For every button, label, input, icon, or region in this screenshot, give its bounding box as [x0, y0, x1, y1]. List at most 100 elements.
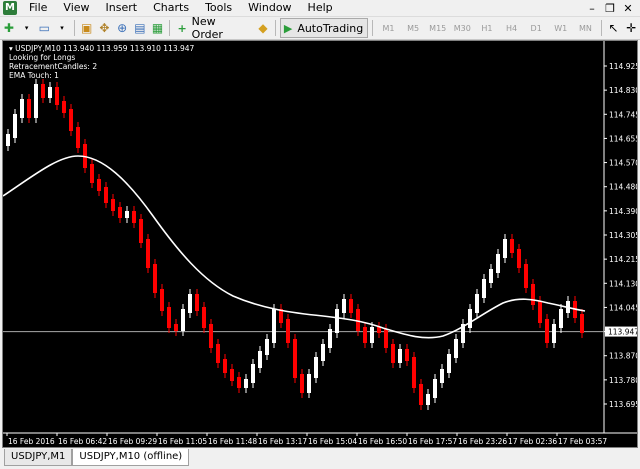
- candle-body: [426, 394, 430, 405]
- candle-body: [510, 239, 514, 253]
- candle-body: [160, 289, 164, 311]
- timeframe-m1[interactable]: M1: [376, 24, 401, 33]
- time-label: 16 Feb 23:26: [458, 437, 507, 446]
- timeframe-h4[interactable]: H4: [499, 24, 524, 33]
- dropdown-icon[interactable]: ▾: [53, 19, 71, 37]
- price-label: 114.130: [609, 279, 637, 288]
- candle-body: [146, 239, 150, 268]
- time-label: 17 Feb 02:36: [508, 437, 557, 446]
- minimize-icon[interactable]: –: [586, 2, 598, 15]
- tab-usdjpy-m1[interactable]: USDJPY,M1: [4, 449, 73, 466]
- candle-body: [286, 319, 290, 343]
- toolbar: ✚ ▾ ▭ ▾ ▣ ✥ ⊕ ▤ ▦ + New Order ◆ ▶ AutoTr…: [0, 15, 640, 41]
- candle-body: [188, 294, 192, 313]
- app-icon: M: [3, 1, 17, 15]
- candle-body: [69, 109, 73, 131]
- candle-body: [76, 127, 80, 148]
- candle-body: [496, 254, 500, 273]
- info-line: RetracementCandles: 2: [9, 62, 98, 71]
- cursor-icon[interactable]: ↖: [605, 19, 623, 37]
- candle-body: [293, 339, 297, 378]
- candle-body: [125, 211, 129, 218]
- terminal-icon[interactable]: ▤: [131, 19, 149, 37]
- price-label: 114.570: [609, 159, 637, 168]
- time-label: 16 Feb 16:50: [358, 437, 407, 446]
- time-label: 16 Feb 17:57: [408, 437, 457, 446]
- candle-body: [300, 374, 304, 393]
- candle-body: [552, 324, 556, 343]
- dropdown-icon[interactable]: ▾: [18, 19, 36, 37]
- candle-body: [27, 99, 31, 118]
- price-label: 114.925: [609, 62, 637, 71]
- candle-body: [118, 207, 122, 218]
- close-icon[interactable]: ✕: [622, 2, 634, 15]
- candle-body: [230, 369, 234, 381]
- ema-line: [3, 155, 586, 339]
- candle-body: [104, 187, 108, 203]
- timeframe-m5[interactable]: M5: [401, 24, 426, 33]
- time-label: 16 Feb 11:48: [208, 437, 257, 446]
- candle-body: [545, 319, 549, 343]
- menu-file[interactable]: File: [21, 0, 55, 16]
- time-label: 16 Feb 11:05: [158, 437, 207, 446]
- meta-editor-icon[interactable]: ◆: [254, 19, 272, 37]
- timeframe-d1[interactable]: D1: [524, 24, 549, 33]
- new-chart-icon[interactable]: ✚: [0, 19, 18, 37]
- restore-icon[interactable]: ❐: [604, 2, 616, 15]
- candle-body: [20, 99, 24, 118]
- candle-body: [139, 219, 143, 243]
- candle-body: [454, 339, 458, 358]
- menu-help[interactable]: Help: [300, 0, 341, 16]
- price-label: 113.870: [609, 352, 637, 361]
- menu-tools[interactable]: Tools: [197, 0, 240, 16]
- new-order-icon: +: [177, 21, 187, 35]
- tab-usdjpy-m10-offline[interactable]: USDJPY,M10 (offline): [72, 449, 190, 466]
- crosshair-icon[interactable]: ✛: [622, 19, 640, 37]
- candle-body: [244, 379, 248, 388]
- profiles-icon[interactable]: ▭: [35, 19, 53, 37]
- candle-body: [559, 309, 563, 328]
- timeframe-m30[interactable]: M30: [450, 24, 475, 33]
- price-chart[interactable]: 114.925 114.830 114.745 114.655 114.570 114.4…: [3, 41, 637, 447]
- market-watch-icon[interactable]: ▣: [78, 19, 96, 37]
- candle-body: [580, 314, 584, 333]
- candle-body: [531, 284, 535, 305]
- candle-body: [538, 301, 542, 323]
- timeframe-mn[interactable]: MN: [573, 24, 598, 33]
- timeframe-w1[interactable]: W1: [548, 24, 573, 33]
- navigator-icon[interactable]: ✥: [96, 19, 114, 37]
- data-window-icon[interactable]: ⊕: [113, 19, 131, 37]
- candle-body: [258, 351, 262, 368]
- menu-insert[interactable]: Insert: [98, 0, 146, 16]
- autotrading-button[interactable]: ▶ AutoTrading: [279, 18, 369, 38]
- candle-body: [447, 354, 451, 373]
- menu-window[interactable]: Window: [240, 0, 299, 16]
- candle-body: [391, 344, 395, 363]
- timeframe-m15[interactable]: M15: [425, 24, 450, 33]
- new-order-button[interactable]: + New Order: [174, 15, 253, 41]
- candle-body: [419, 384, 423, 405]
- candle-body: [251, 364, 255, 383]
- time-label: 17 Feb 03:57: [558, 437, 607, 446]
- candle-body: [6, 134, 10, 146]
- time-label: 16 Feb 06:42: [58, 437, 107, 446]
- candle-body: [517, 249, 521, 268]
- menu-charts[interactable]: Charts: [145, 0, 197, 16]
- candle-body: [342, 299, 346, 313]
- tester-icon[interactable]: ▦: [149, 19, 167, 37]
- menu-view[interactable]: View: [55, 0, 97, 16]
- candle-body: [384, 329, 388, 348]
- candle-body: [265, 339, 269, 355]
- chart-tabs: USDJPY,M1 USDJPY,M10 (offline): [0, 449, 640, 469]
- candle-body: [97, 179, 101, 191]
- current-price-label: 113.947: [608, 328, 637, 337]
- price-label: 114.305: [609, 231, 637, 240]
- info-line: EMA Touch: 1: [9, 71, 59, 80]
- chart-window[interactable]: 114.925 114.830 114.745 114.655 114.570 114.4…: [2, 40, 638, 448]
- autotrading-icon: ▶: [283, 21, 293, 35]
- price-label: 114.745: [609, 110, 637, 119]
- candle-body: [237, 377, 241, 388]
- timeframe-h1[interactable]: H1: [475, 24, 500, 33]
- candle-body: [34, 84, 38, 118]
- candle-body: [181, 309, 185, 331]
